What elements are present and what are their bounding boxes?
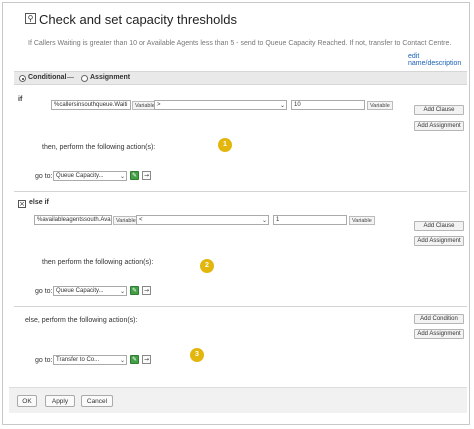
chevron-down-icon: ⌄ [119,288,125,295]
if-goto-select[interactable]: Queue Capacity... ⌄ [53,171,127,181]
else-if-operator-select[interactable]: < ⌄ [136,215,269,225]
else-if-operator-value: < [139,217,143,223]
assignment-radio[interactable] [81,75,88,82]
else-if-add-assignment-button[interactable]: Add Assignment [414,236,464,246]
chevron-down-icon: ⌄ [261,217,267,224]
arrow-right-icon[interactable]: → [142,286,151,295]
close-box-icon[interactable]: × [18,200,26,208]
chevron-down-icon: ⌄ [119,357,125,364]
if-goto-value: Queue Capacity... [56,173,104,179]
else-add-assignment-button[interactable]: Add Assignment [414,329,464,339]
else-goto-select[interactable]: Transfer to Co... ⌄ [53,355,127,365]
else-if-add-clause-button[interactable]: Add Clause [414,221,464,231]
else-add-condition-button[interactable]: Add Condition [414,314,464,324]
edit-green-icon[interactable]: ✎ [130,171,139,180]
if-goto-label: go to: [35,173,53,180]
else-if-right-operand-input[interactable]: 1 [273,215,347,225]
chevron-down-icon: ⌄ [279,102,285,109]
chevron-down-icon: ⌄ [119,173,125,180]
dialog-footer: OK Apply Cancel [9,387,467,413]
if-add-assignment-button[interactable]: Add Assignment [414,121,464,131]
else-goto-value: Transfer to Co... [56,357,100,363]
if-right-type-tag: Variable [367,101,393,110]
conditional-label: Conditional [28,74,67,81]
arrow-right-icon[interactable]: → [142,355,151,364]
if-operator-select[interactable]: > ⌄ [154,100,287,110]
edit-green-icon[interactable]: ✎ [130,355,139,364]
node-icon: ⚲ [25,13,36,24]
apply-button[interactable]: Apply [45,395,75,407]
assignment-label: Assignment [90,74,131,81]
cancel-button[interactable]: Cancel [81,395,113,407]
ok-button[interactable]: OK [17,395,37,407]
else-if-goto-select[interactable]: Queue Capacity... ⌄ [53,286,127,296]
mode-separator: — [67,74,74,81]
if-operator-value: > [157,102,161,108]
else-label: else, perform the following action(s): [25,317,138,324]
edit-name-link[interactable]: edit name/description [408,53,469,67]
else-goto-label: go to: [35,357,53,364]
else-if-goto-value: Queue Capacity... [56,288,104,294]
else-if-right-type-tag: Variable [349,216,375,225]
conditional-radio[interactable] [19,75,26,82]
else-if-left-operand-input[interactable]: %availableagentssouth.Avai [34,215,112,225]
if-label: if [18,96,23,103]
divider [14,306,467,307]
else-if-goto-label: go to: [35,288,53,295]
dialog: ⚲ Check and set capacity thresholds If C… [2,2,470,425]
divider [14,191,467,192]
step-badge-3: 3 [190,348,204,362]
dialog-title: Check and set capacity thresholds [39,12,237,27]
step-badge-1: 1 [218,138,232,152]
else-if-then-label: then perform the following action(s): [42,259,154,266]
else-if-left-type-tag: Variable [113,216,139,225]
if-add-clause-button[interactable]: Add Clause [414,105,464,115]
step-badge-2: 2 [200,259,214,273]
edit-green-icon[interactable]: ✎ [130,286,139,295]
if-left-operand-input[interactable]: %callersinsouthqueue.Waiti [51,100,131,110]
else-if-label: else if [29,199,49,206]
if-then-label: then, perform the following action(s): [42,144,156,151]
dialog-description: If Callers Waiting is greater than 10 or… [28,40,452,47]
arrow-right-icon[interactable]: → [142,171,151,180]
mode-toggle-bar: Conditional — Assignment [14,71,467,85]
if-right-operand-input[interactable]: 10 [291,100,365,110]
